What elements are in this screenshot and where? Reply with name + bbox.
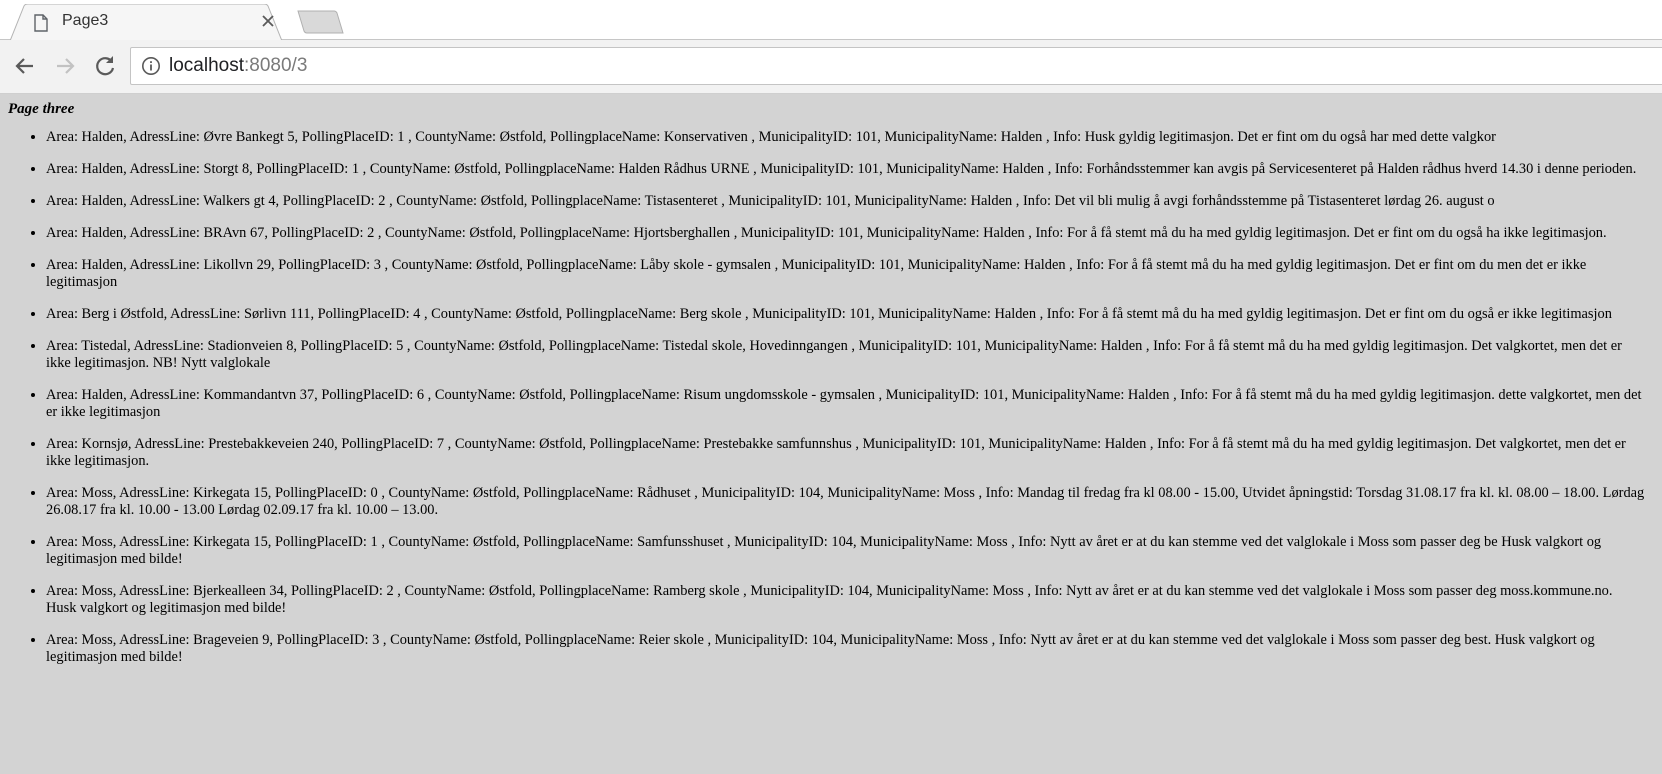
page-content: Page three Area: Halden, AdressLine: Øvr… bbox=[0, 94, 1662, 774]
back-arrow-icon[interactable] bbox=[12, 53, 38, 79]
url-host: localhost bbox=[169, 55, 244, 76]
browser-tab[interactable]: Page3 bbox=[10, 4, 282, 41]
list-item: Area: Halden, AdressLine: Walkers gt 4, … bbox=[46, 193, 1646, 210]
polling-place-list: Area: Halden, AdressLine: Øvre Bankegt 5… bbox=[0, 129, 1646, 681]
page-title: Page three bbox=[8, 101, 75, 117]
url-port-path: :8080/3 bbox=[244, 55, 308, 76]
reload-icon[interactable] bbox=[92, 53, 118, 79]
list-item: Area: Halden, AdressLine: Storgt 8, Poll… bbox=[46, 161, 1646, 178]
new-tab-button[interactable] bbox=[296, 10, 344, 34]
forward-arrow-icon[interactable] bbox=[52, 53, 78, 79]
list-item: Area: Halden, AdressLine: Likollvn 29, P… bbox=[46, 257, 1646, 291]
page-icon bbox=[34, 14, 48, 32]
list-item: Area: Berg i Østfold, AdressLine: Sørliv… bbox=[46, 306, 1646, 323]
close-icon[interactable] bbox=[260, 13, 276, 29]
list-item: Area: Moss, AdressLine: Kirkegata 15, Po… bbox=[46, 485, 1646, 519]
tab-title: Page3 bbox=[62, 12, 109, 29]
tab-shape bbox=[10, 4, 282, 41]
address-bar[interactable]: localhost:8080/3 bbox=[130, 47, 1662, 85]
list-item: Area: Moss, AdressLine: Kirkegata 15, Po… bbox=[46, 534, 1646, 568]
list-item: Area: Halden, AdressLine: BRAvn 67, Poll… bbox=[46, 225, 1646, 242]
list-item: Area: Moss, AdressLine: Bjerkealleen 34,… bbox=[46, 583, 1646, 617]
list-item: Area: Kornsjø, AdressLine: Prestebakkeve… bbox=[46, 436, 1646, 470]
url-text: localhost:8080/3 bbox=[169, 55, 307, 77]
tab-strip: Page3 bbox=[0, 0, 1662, 41]
list-item: Area: Halden, AdressLine: Øvre Bankegt 5… bbox=[46, 129, 1646, 146]
info-icon[interactable] bbox=[141, 56, 161, 76]
list-item: Area: Halden, AdressLine: Kommandantvn 3… bbox=[46, 387, 1646, 421]
browser-toolbar: localhost:8080/3 bbox=[0, 40, 1662, 94]
list-item: Area: Tistedal, AdressLine: Stadionveien… bbox=[46, 338, 1646, 372]
list-item: Area: Moss, AdressLine: Brageveien 9, Po… bbox=[46, 632, 1646, 666]
